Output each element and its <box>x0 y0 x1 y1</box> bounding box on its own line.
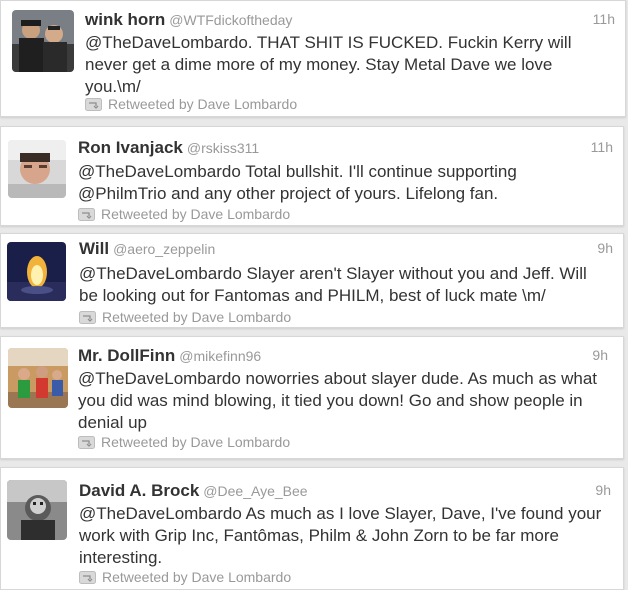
author-name[interactable]: Will <box>79 239 109 258</box>
tweet-text: @TheDaveLombardo noworries about slayer … <box>78 369 598 432</box>
author-name[interactable]: Ron Ivanjack <box>78 138 183 157</box>
retweet-info: Retweeted by Dave Lombardo <box>85 96 297 112</box>
timestamp[interactable]: 9h <box>597 240 613 256</box>
author-handle[interactable]: @aero_zeppelin <box>113 241 215 257</box>
tweet-text: @TheDaveLombardo. THAT SHIT IS FUCKED. F… <box>85 33 572 96</box>
retweet-icon <box>79 310 96 324</box>
author-handle[interactable]: @WTFdickoftheday <box>169 12 292 28</box>
tweet-card[interactable]: wink horn @WTFdickoftheday 11h @TheDaveLo… <box>0 0 626 117</box>
avatar[interactable] <box>8 348 68 408</box>
tweet-card[interactable]: Will @aero_zeppelin 9h @TheDaveLombardo S… <box>0 233 624 328</box>
timestamp[interactable]: 11h <box>593 11 615 27</box>
tweet-text: @TheDaveLombardo Slayer aren't Slayer wi… <box>79 264 587 305</box>
retweet-icon <box>78 435 95 449</box>
tweet-card[interactable]: Ron Ivanjack @rskiss311 11h @TheDaveLomba… <box>0 126 624 226</box>
author-handle[interactable]: @mikefinn96 <box>179 348 261 364</box>
author-handle[interactable]: @Dee_Aye_Bee <box>203 483 307 499</box>
author-name[interactable]: Mr. DollFinn <box>78 346 175 365</box>
retweet-label[interactable]: Retweeted by Dave Lombardo <box>102 569 291 585</box>
retweet-icon <box>78 207 95 221</box>
retweet-label[interactable]: Retweeted by Dave Lombardo <box>101 434 290 450</box>
tweet-card[interactable]: Mr. DollFinn @mikefinn96 9h @TheDaveLomba… <box>0 336 624 459</box>
timestamp[interactable]: 9h <box>592 347 608 363</box>
tweet-text: @TheDaveLombardo Total bullshit. I'll co… <box>78 162 517 203</box>
retweet-info: Retweeted by Dave Lombardo <box>78 434 290 450</box>
retweet-icon <box>85 97 102 111</box>
retweet-info: Retweeted by Dave Lombardo <box>79 569 291 585</box>
avatar[interactable] <box>12 10 74 72</box>
avatar[interactable] <box>8 140 66 198</box>
avatar[interactable] <box>7 242 66 301</box>
retweet-info: Retweeted by Dave Lombardo <box>78 206 290 222</box>
author-name[interactable]: wink horn <box>85 10 165 29</box>
author-name[interactable]: David A. Brock <box>79 481 199 500</box>
retweet-info: Retweeted by Dave Lombardo <box>79 309 291 325</box>
author-handle[interactable]: @rskiss311 <box>187 140 259 156</box>
retweet-label[interactable]: Retweeted by Dave Lombardo <box>101 206 290 222</box>
retweet-label[interactable]: Retweeted by Dave Lombardo <box>102 309 291 325</box>
retweet-label[interactable]: Retweeted by Dave Lombardo <box>108 96 297 112</box>
retweet-icon <box>79 570 96 584</box>
avatar[interactable] <box>7 480 67 540</box>
timestamp[interactable]: 11h <box>591 139 613 155</box>
tweet-card[interactable]: David A. Brock @Dee_Aye_Bee 9h @TheDaveLo… <box>0 467 624 590</box>
timestamp[interactable]: 9h <box>595 482 611 498</box>
tweet-text: @TheDaveLombardo As much as I love Slaye… <box>79 504 602 567</box>
